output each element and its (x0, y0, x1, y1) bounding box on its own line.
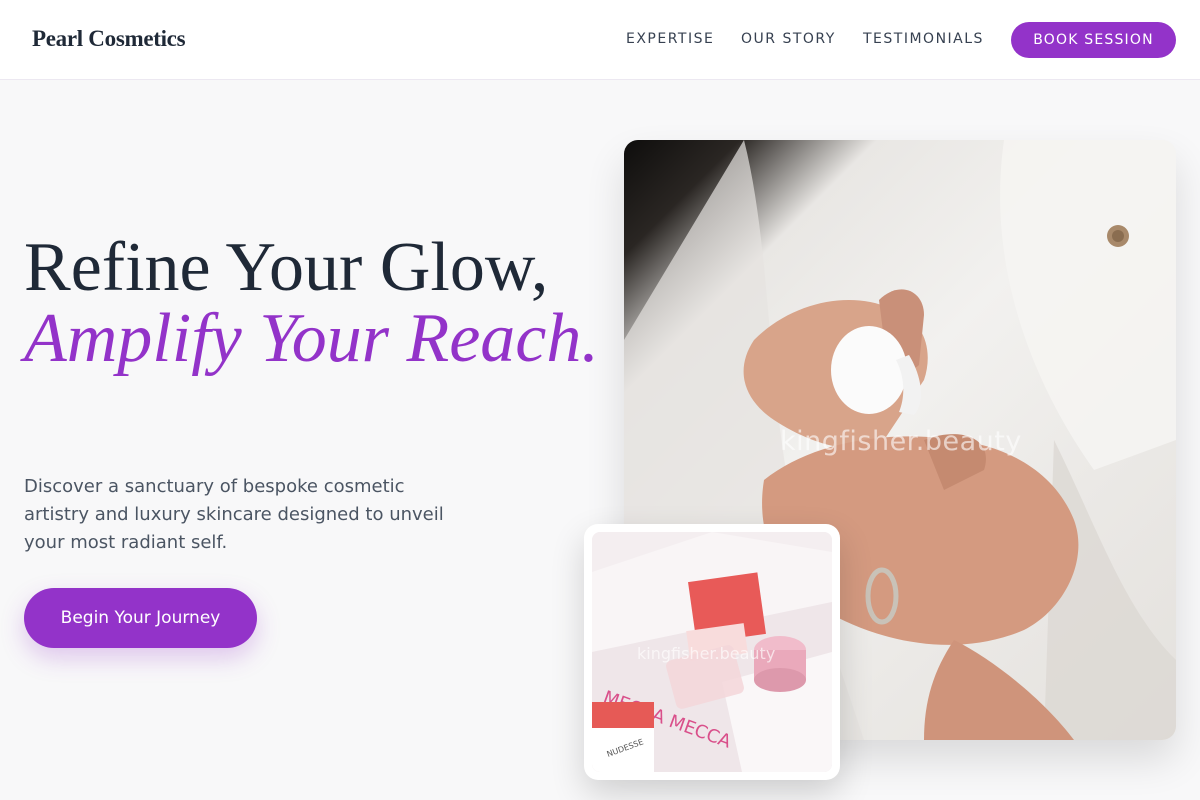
book-session-button[interactable]: BOOK SESSION (1011, 22, 1176, 58)
thumbnail-watermark-text: kingfisher.beauty (637, 644, 776, 663)
headline-accent: Amplify Your Reach. (24, 300, 599, 377)
nav-link-our-story[interactable]: OUR STORY (741, 31, 836, 47)
product-box-photo: MECCA MECCA NUDESSE kingfisher.beauty (592, 532, 832, 772)
hero-headline: Refine Your Glow, Amplify Your Reach. (24, 232, 604, 374)
brand-logo[interactable]: Pearl Cosmetics (32, 26, 186, 52)
nav-link-expertise[interactable]: EXPERTISE (626, 31, 714, 47)
nav-link-testimonials[interactable]: TESTIMONIALS (863, 31, 984, 47)
begin-journey-button[interactable]: Begin Your Journey (24, 588, 257, 648)
product-thumbnail-card: MECCA MECCA NUDESSE kingfisher.beauty (584, 524, 840, 780)
watermark-text: kingfisher.beauty (780, 426, 1022, 457)
headline-line-1: Refine Your Glow, (24, 229, 549, 306)
hero-subtext: Discover a sanctuary of bespoke cosmetic… (24, 476, 444, 553)
site-header: Pearl Cosmetics EXPERTISE OUR STORY TEST… (0, 0, 1200, 80)
